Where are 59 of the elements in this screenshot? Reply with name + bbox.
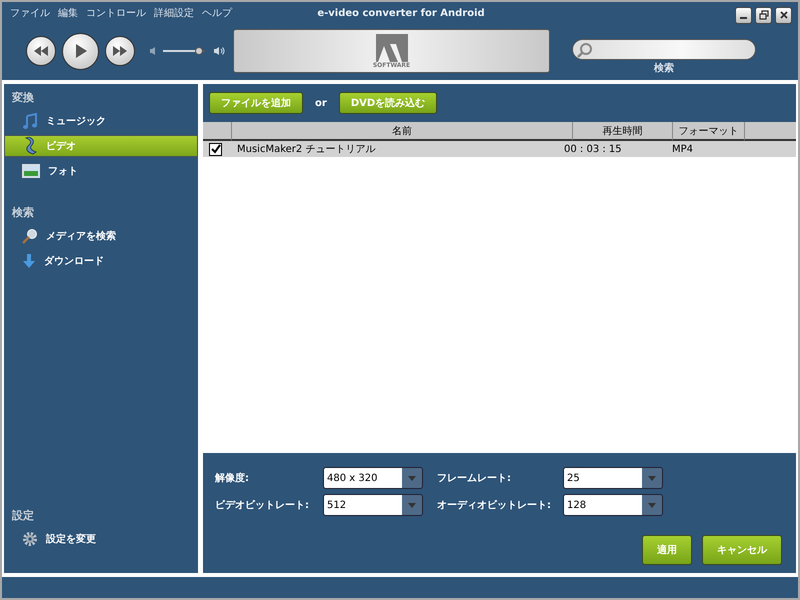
search-label: 検索 — [654, 62, 674, 75]
column-header[interactable]: 名前 — [231, 122, 572, 141]
dropdown[interactable]: 25 — [563, 467, 663, 489]
setting-label: オーディオビットレート: — [436, 498, 552, 512]
down-arrow-icon — [22, 253, 36, 269]
checkbox[interactable] — [209, 142, 222, 156]
play-button[interactable] — [62, 32, 99, 70]
search-field[interactable] — [572, 39, 756, 60]
setting-label: ビデオビットレート: — [215, 498, 310, 512]
table-cell — [744, 141, 796, 157]
magnifier-icon — [22, 228, 38, 244]
section-title: 変換 — [11, 90, 35, 106]
minimize-icon — [740, 17, 747, 19]
menu-item[interactable]: ファイル — [10, 6, 50, 20]
caret-icon — [408, 476, 416, 480]
gear-icon — [22, 531, 38, 547]
table-cell: MP4 — [664, 141, 744, 157]
volume-thumb[interactable] — [194, 47, 203, 55]
restore-icon — [758, 10, 768, 20]
sidebar-item[interactable]: メディアを検索 — [4, 225, 198, 247]
column-header[interactable]: 再生時間 — [572, 122, 672, 141]
volume-high-icon — [213, 46, 225, 56]
dropdown[interactable]: 512 — [323, 494, 423, 516]
or-label: or — [315, 98, 327, 108]
table-cell: 00 : 03 : 15 — [554, 141, 664, 157]
restore-button[interactable] — [755, 6, 772, 24]
landscape-picture-icon — [22, 164, 40, 178]
logo-icon — [376, 34, 408, 62]
table-cell: MusicMaker2 チュートリアル — [231, 141, 554, 157]
fast-forward-icon — [112, 45, 128, 57]
sidebar-item[interactable]: 設定を変更 — [4, 528, 198, 550]
menu-item[interactable]: ヘルプ — [202, 6, 232, 20]
search-icon — [577, 42, 593, 58]
menu-item[interactable]: コントロール — [86, 6, 146, 20]
sidebar-item[interactable]: ダウンロード — [4, 250, 198, 272]
music-note-icon — [22, 113, 38, 129]
setting-label: フレームレート: — [436, 472, 512, 485]
sidebar-item[interactable]: フォト — [4, 160, 198, 182]
window-title: e-video converter for Android — [317, 8, 485, 18]
dropdown[interactable]: 480 x 320 — [323, 467, 423, 489]
menu-item[interactable]: 編集 — [58, 6, 78, 20]
column-header — [744, 122, 796, 141]
close-button[interactable] — [775, 6, 792, 24]
rewind-icon — [33, 45, 49, 57]
section-title: 設定 — [10, 508, 35, 524]
section-title: 検索 — [10, 205, 35, 221]
fast-forward-button[interactable] — [105, 36, 135, 66]
column-header[interactable]: フォーマット — [672, 122, 744, 141]
rewind-button[interactable] — [26, 36, 56, 66]
caret-icon — [648, 502, 656, 508]
menu-item[interactable]: 詳細設定 — [154, 6, 194, 20]
caret-icon — [648, 476, 656, 480]
caret-icon — [408, 502, 416, 508]
play-icon — [74, 43, 88, 59]
sidebar-item[interactable]: ミュージック — [4, 110, 198, 132]
setting-label: 解像度: — [215, 471, 250, 485]
close-icon — [778, 10, 788, 20]
dropdown[interactable]: 128 — [563, 494, 663, 516]
minimize-button[interactable] — [735, 6, 752, 24]
